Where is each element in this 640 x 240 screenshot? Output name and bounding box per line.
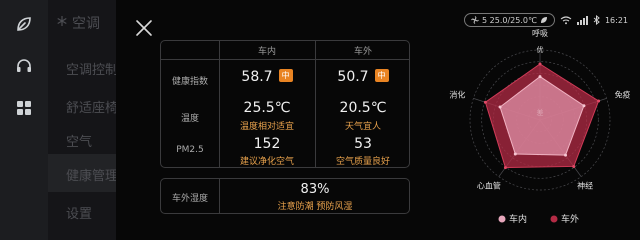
health-value-exterior: 50.7 (337, 69, 369, 85)
menu-title: 空调 (72, 16, 100, 32)
health-index-exterior: 50.7 中 (315, 69, 409, 85)
temp-exterior: 20.5℃ (339, 100, 387, 116)
health-badge-interior: 中 (278, 69, 293, 82)
radar-center-label: 差 (537, 108, 544, 117)
row-label-health: 健康指数 (171, 77, 208, 87)
legend-swatch (498, 215, 506, 223)
temp-note-exterior: 天气宜人 (344, 122, 381, 132)
humidity-card: 车外湿度 83% 注意防潮 预防风湿 (160, 178, 410, 214)
radar-point (538, 62, 542, 66)
radar-point (538, 75, 542, 79)
radar-point (513, 152, 517, 156)
apps-icon[interactable] (14, 98, 34, 118)
radar-axis-label: 呼吸 (532, 28, 548, 38)
menu-item-seat[interactable]: 舒适座椅 (66, 97, 118, 116)
health-badge-exterior: 中 (374, 69, 389, 82)
header-divider (161, 59, 409, 60)
humidity-note: 注意防潮 预防风湿 (277, 202, 353, 212)
health-index-interior: 58.7 中 (219, 69, 315, 85)
menu-item-health[interactable]: 健康管理 (48, 154, 119, 192)
leaf-icon[interactable] (14, 14, 34, 34)
radar-point (564, 153, 568, 157)
pm25-note-exterior: 空气质量良好 (335, 157, 390, 167)
radar-point (503, 166, 507, 170)
header-interior: 车内 (257, 47, 276, 57)
icon-rail (0, 0, 48, 240)
radar-point (572, 164, 576, 168)
row-label-pm25: PM2.5 (176, 145, 204, 155)
radar-axis-label: 消化 (449, 89, 465, 99)
temp-note-interior: 温度相对适宜 (239, 122, 294, 132)
humidity-value: 83% (300, 182, 330, 197)
pm25-note-interior: 建议净化空气 (239, 157, 294, 167)
radar-point (498, 105, 502, 109)
menu-item-settings[interactable]: 设置 (66, 203, 92, 222)
pm25-interior: 152 (253, 136, 281, 152)
radar-scale-top-label: 优 (537, 45, 544, 54)
radar-axis-label: 神经 (577, 181, 593, 191)
close-icon[interactable] (135, 19, 153, 37)
health-value-interior: 58.7 (241, 69, 273, 85)
menu-item-air[interactable]: 空气 (66, 131, 92, 150)
radar-point (483, 100, 487, 104)
menu-item-health-label: 健康管理 (66, 169, 119, 184)
legend-label: 车内 (509, 213, 527, 225)
pm25-exterior: 53 (354, 136, 372, 152)
radar-point (597, 99, 601, 103)
snowflake-icon (57, 16, 67, 26)
side-menu: 空调 空调控制 舒适座椅 空气 健康管理 设置 (48, 0, 119, 240)
legend-label: 车外 (561, 213, 579, 225)
health-table: 车内 车外 健康指数 58.7 中 50.7 中 温度 25.5℃ 20.5℃ 温度… (160, 40, 410, 168)
legend-swatch (550, 215, 558, 223)
radar-point (582, 104, 586, 108)
radar-axis-label: 心血管 (477, 181, 501, 191)
headphones-icon[interactable] (14, 56, 34, 76)
header-exterior: 车外 (353, 47, 372, 57)
temp-interior: 25.5℃ (243, 100, 291, 116)
row-label-temp: 温度 (180, 114, 199, 124)
menu-item-ac-control[interactable]: 空调控制 (66, 59, 118, 78)
radar-axis-label: 免疫 (615, 89, 630, 99)
humidity-label: 车外湿度 (171, 194, 208, 204)
health-radar-chart: 呼吸免疫神经 心血管 消化 优差车内 车外 (449, 28, 630, 225)
